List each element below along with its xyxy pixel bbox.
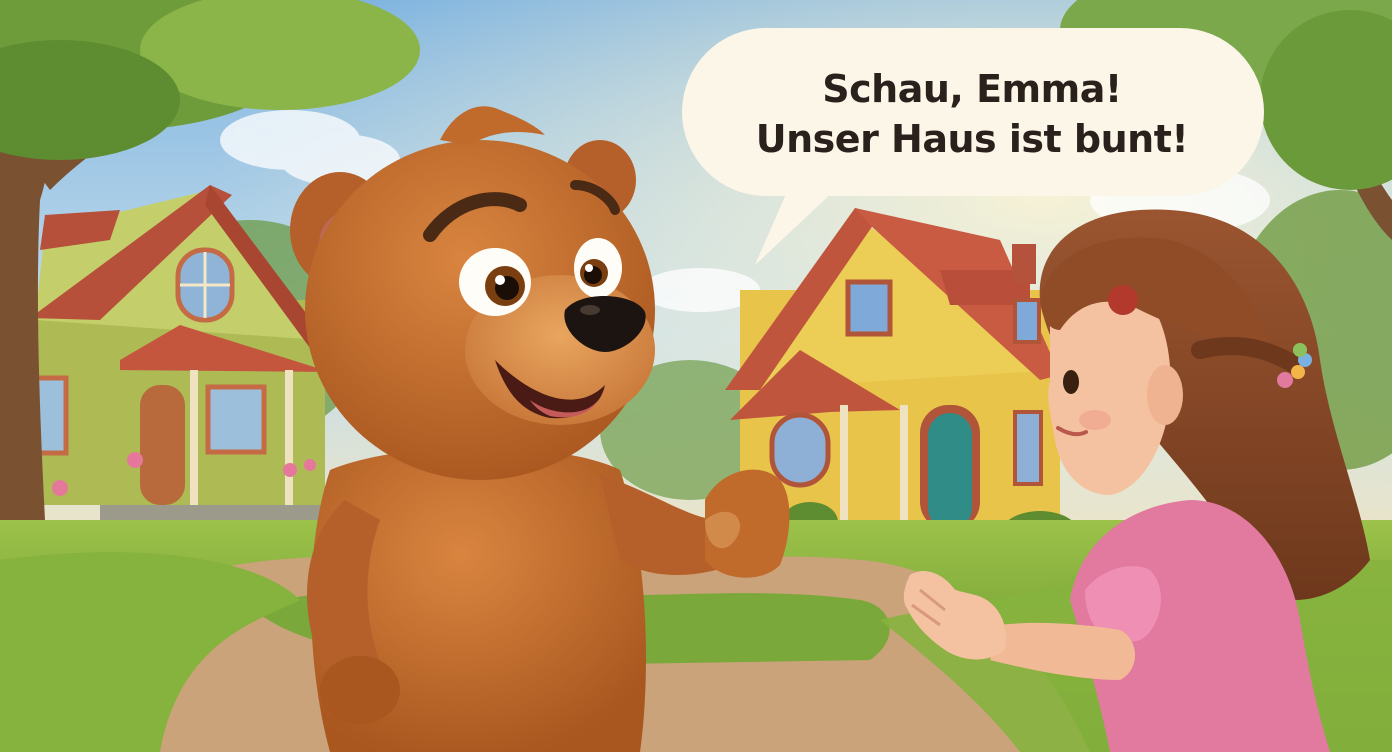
speech-bubble-text: Schau, Emma! Unser Haus ist bunt! bbox=[696, 56, 1248, 172]
hair-clip bbox=[1108, 285, 1138, 315]
speech-line-2: Unser Haus ist bunt! bbox=[755, 117, 1189, 161]
girl-eye bbox=[1063, 370, 1079, 394]
speech-line-1: Schau, Emma! bbox=[822, 67, 1122, 111]
